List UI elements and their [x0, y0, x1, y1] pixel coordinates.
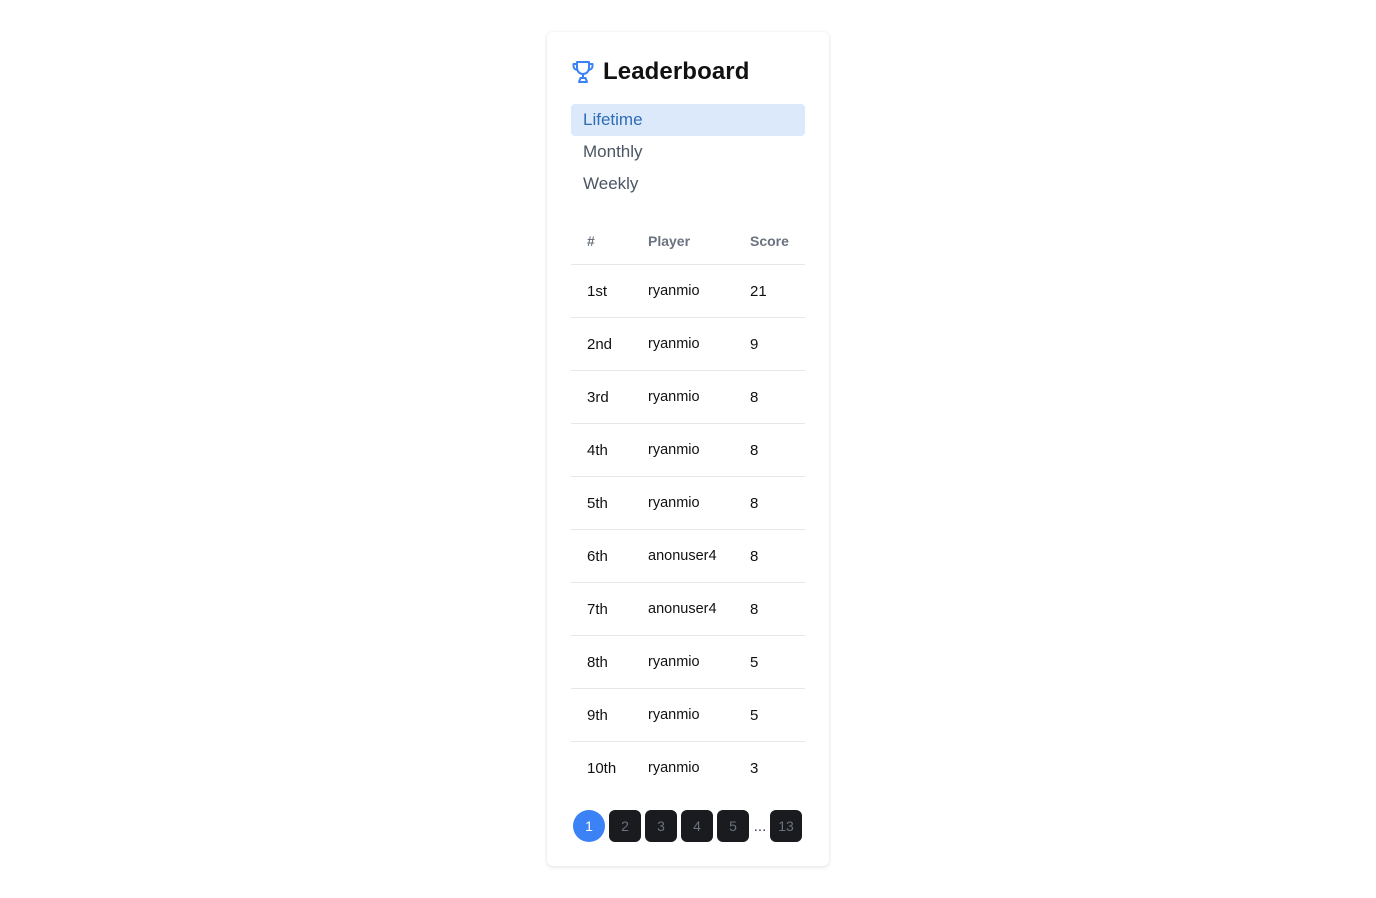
score-cell: 8	[750, 388, 759, 406]
player-cell: ryanmio	[648, 495, 700, 511]
rank-cell: 6th	[587, 547, 608, 565]
period-tabs: Lifetime Monthly Weekly	[571, 104, 805, 200]
tab-monthly[interactable]: Monthly	[571, 136, 805, 168]
tab-weekly[interactable]: Weekly	[571, 168, 805, 200]
table-row: 4th ryanmio 8	[571, 424, 805, 477]
page-button-3[interactable]: 3	[645, 810, 677, 842]
column-header-score: Score	[750, 233, 789, 249]
pagination: 1 2 3 4 5 ... 13	[573, 810, 806, 842]
player-cell: ryanmio	[648, 760, 700, 776]
player-cell: ryanmio	[648, 283, 700, 299]
page-button-5[interactable]: 5	[717, 810, 749, 842]
page-button-4[interactable]: 4	[681, 810, 713, 842]
column-header-rank: #	[587, 233, 595, 249]
rank-cell: 7th	[587, 600, 608, 618]
score-cell: 9	[750, 335, 759, 353]
rank-cell: 9th	[587, 706, 608, 724]
score-cell: 8	[750, 441, 759, 459]
table-row: 2nd ryanmio 9	[571, 318, 805, 371]
player-cell: ryanmio	[648, 336, 700, 352]
player-cell: ryanmio	[648, 654, 700, 670]
tab-lifetime[interactable]: Lifetime	[571, 104, 805, 136]
player-cell: anonuser4	[648, 548, 717, 564]
page-button-2[interactable]: 2	[609, 810, 641, 842]
rank-cell: 2nd	[587, 335, 613, 353]
page-button-1[interactable]: 1	[573, 810, 605, 842]
rank-cell: 3rd	[587, 388, 609, 406]
table-row: 1st ryanmio 21	[571, 265, 805, 318]
score-cell: 5	[750, 653, 759, 671]
table-row: 3rd ryanmio 8	[571, 371, 805, 424]
table-header: # Player Score	[571, 218, 805, 265]
rank-cell: 5th	[587, 494, 608, 512]
rank-cell: 10th	[587, 759, 617, 777]
table-row: 5th ryanmio 8	[571, 477, 805, 530]
leaderboard-table: # Player Score 1st ryanmio 21 2nd ryanmio 9 3r…	[571, 218, 805, 794]
leaderboard-header: Leaderboard	[571, 58, 749, 86]
score-cell: 5	[750, 706, 759, 724]
table-row: 8th ryanmio 5	[571, 636, 805, 689]
score-cell: 3	[750, 759, 759, 777]
player-cell: anonuser4	[648, 601, 717, 617]
page-title: Leaderboard	[603, 58, 750, 85]
pagination-ellipsis: ...	[753, 818, 767, 835]
player-cell: ryanmio	[648, 389, 700, 405]
table-row: 6th anonuser4 8	[571, 530, 805, 583]
table-row: 10th ryanmio 3	[571, 742, 805, 794]
table-body: 1st ryanmio 21 2nd ryanmio 9 3rd ryanmio 8 4th rya…	[571, 265, 805, 794]
score-cell: 8	[750, 547, 759, 565]
column-header-player: Player	[648, 233, 691, 249]
table-row: 9th ryanmio 5	[571, 689, 805, 742]
score-cell: 8	[750, 600, 759, 618]
rank-cell: 4th	[587, 441, 608, 459]
score-cell: 8	[750, 494, 759, 512]
table-row: 7th anonuser4 8	[571, 583, 805, 636]
rank-cell: 8th	[587, 653, 608, 671]
player-cell: ryanmio	[648, 442, 700, 458]
trophy-icon	[571, 59, 595, 85]
rank-cell: 1st	[587, 282, 608, 300]
page-button-last[interactable]: 13	[770, 810, 802, 842]
leaderboard-card: Leaderboard Lifetime Monthly Weekly # Pl…	[547, 32, 829, 866]
player-cell: ryanmio	[648, 707, 700, 723]
score-cell: 21	[750, 282, 767, 300]
